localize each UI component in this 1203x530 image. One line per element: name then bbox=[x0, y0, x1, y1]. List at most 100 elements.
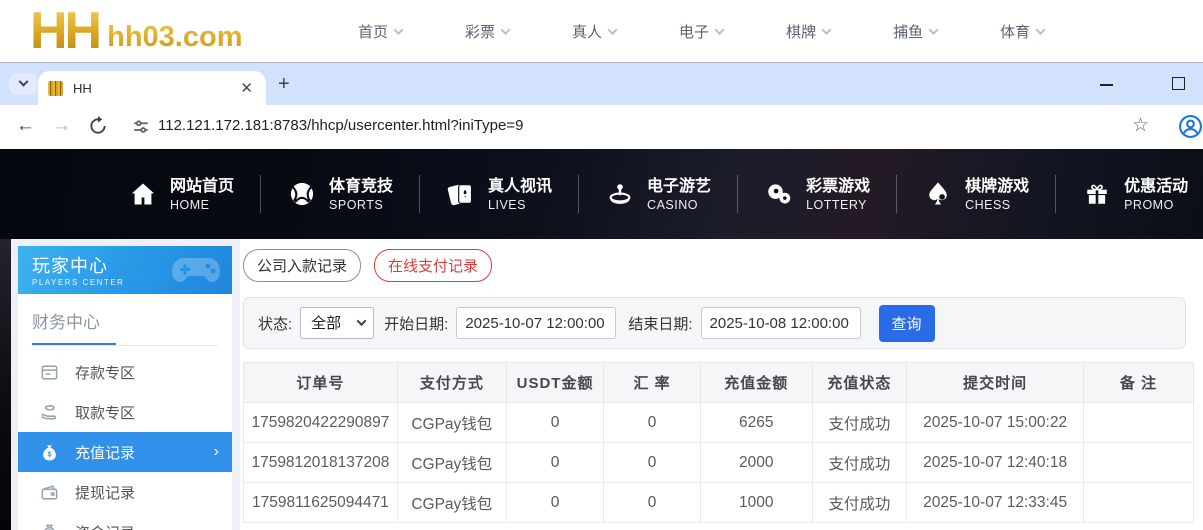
tab-search-button[interactable] bbox=[9, 73, 37, 95]
cell-recharge-amount: 6265 bbox=[700, 403, 812, 443]
chevron-down-icon bbox=[394, 25, 404, 35]
cell-usdt-amount: 0 bbox=[506, 483, 603, 523]
cell-payment-method: CGPay钱包 bbox=[397, 443, 506, 483]
browser-toolbar: ← → 112.121.172.181:8783/hhcp/usercenter… bbox=[0, 105, 1203, 149]
section-label: 财务中心 bbox=[32, 308, 218, 343]
cell-usdt-amount: 0 bbox=[506, 443, 603, 483]
tab-title: HH bbox=[73, 81, 237, 96]
sidebar-item-recharge-records[interactable]: $ 充值记录 › bbox=[18, 432, 232, 472]
status-select-wrap: 全部 bbox=[300, 307, 374, 339]
site-nav-home[interactable]: 首页 bbox=[358, 21, 402, 42]
site-settings-icon[interactable] bbox=[132, 118, 150, 141]
table-row: 1759812018137208 CGPay钱包 0 0 2000 支付成功 2… bbox=[244, 443, 1194, 483]
sidebar-item-funds-records[interactable]: 资金记录 bbox=[18, 512, 232, 530]
logo-text: HH bbox=[30, 2, 99, 60]
nav-label-en: CASINO bbox=[647, 198, 711, 212]
cell-recharge-status: 支付成功 bbox=[812, 483, 907, 523]
start-date-input[interactable] bbox=[456, 307, 616, 339]
tab-company-deposit-records[interactable]: 公司入款记录 bbox=[243, 249, 361, 282]
cell-order-number: 1759812018137208 bbox=[244, 443, 398, 483]
nav-label-zh: 体育竞技 bbox=[329, 176, 393, 198]
game-category-nav: 网站首页HOME 体育竞技SPORTS 真人视讯LIVES bbox=[0, 149, 1203, 239]
nav-item-sports[interactable]: 体育竞技SPORTS bbox=[287, 176, 393, 212]
sidebar-menu: 存款专区 取款专区 $ 充值记录 › bbox=[18, 352, 232, 530]
site-nav-label: 彩票 bbox=[465, 21, 495, 42]
deposit-icon bbox=[39, 362, 59, 382]
site-favicon bbox=[48, 81, 63, 96]
cell-recharge-status: 支付成功 bbox=[812, 403, 907, 443]
site-nav-label: 真人 bbox=[572, 21, 602, 42]
cell-recharge-status: 支付成功 bbox=[812, 443, 907, 483]
logo-domain: hh03.com bbox=[107, 14, 242, 60]
cell-exchange-rate: 0 bbox=[604, 403, 701, 443]
record-type-tabs: 公司入款记录 在线支付记录 bbox=[243, 249, 1203, 282]
end-date-input[interactable] bbox=[701, 307, 861, 339]
site-nav-label: 首页 bbox=[358, 21, 388, 42]
records-panel: 公司入款记录 在线支付记录 状态: 全部 开始日期: 结束日期: 查 bbox=[240, 239, 1203, 530]
search-button[interactable]: 查询 bbox=[879, 305, 935, 342]
nav-item-live[interactable]: 真人视讯LIVES bbox=[446, 176, 552, 212]
nav-label-zh: 棋牌游戏 bbox=[965, 176, 1029, 198]
cashout-icon bbox=[39, 482, 59, 502]
filter-bar: 状态: 全部 开始日期: 结束日期: 查询 bbox=[243, 297, 1186, 349]
table-row: 1759820422290897 CGPay钱包 0 0 6265 支付成功 2… bbox=[244, 403, 1194, 443]
bookmark-star-icon[interactable]: ☆ bbox=[1132, 114, 1149, 137]
nav-item-promo[interactable]: 优惠活动PROMO bbox=[1082, 176, 1188, 212]
col-order-number: 订单号 bbox=[244, 363, 398, 403]
user-center-content: 玩家中心 PLAYERS CENTER 财务中心 存款专区 bbox=[0, 239, 1203, 530]
browser-window: HH ✕ + ← → 112.121.172.181:8783/hhcp/use… bbox=[0, 62, 1203, 530]
lottery-icon bbox=[764, 179, 794, 209]
site-nav-label: 棋牌 bbox=[786, 21, 816, 42]
profile-avatar-icon[interactable] bbox=[1178, 114, 1203, 144]
sidebar-item-deposit[interactable]: 存款专区 bbox=[18, 352, 232, 392]
site-nav-label: 电子 bbox=[679, 21, 709, 42]
cell-submit-time: 2025-10-07 12:33:45 bbox=[907, 483, 1084, 523]
site-nav-fishing[interactable]: 捕鱼 bbox=[893, 21, 937, 42]
new-tab-button[interactable]: + bbox=[278, 73, 290, 96]
cell-payment-method: CGPay钱包 bbox=[397, 403, 506, 443]
forward-button[interactable]: → bbox=[52, 115, 71, 137]
start-date-label: 开始日期: bbox=[384, 313, 448, 334]
nav-divider bbox=[1055, 175, 1056, 213]
sidebar-item-label: 取款专区 bbox=[75, 402, 135, 423]
end-date-label: 结束日期: bbox=[628, 313, 692, 334]
tab-online-payment-records[interactable]: 在线支付记录 bbox=[374, 249, 492, 282]
status-label: 状态: bbox=[258, 313, 292, 334]
gift-icon bbox=[1082, 179, 1112, 209]
col-usdt-amount: USDT金额 bbox=[506, 363, 603, 403]
chevron-down-icon bbox=[608, 25, 618, 35]
window-minimize-button[interactable] bbox=[1100, 84, 1113, 86]
cell-recharge-amount: 1000 bbox=[700, 483, 812, 523]
nav-item-lottery[interactable]: 彩票游戏LOTTERY bbox=[764, 176, 870, 212]
nav-label-zh: 彩票游戏 bbox=[806, 176, 870, 198]
nav-item-chess[interactable]: 棋牌游戏CHESS bbox=[923, 176, 1029, 212]
nav-item-casino[interactable]: 电子游艺CASINO bbox=[605, 176, 711, 212]
site-nav: 首页 彩票 真人 电子 棋牌 捕鱼 体育 bbox=[358, 0, 1044, 62]
nav-label-en: CHESS bbox=[965, 198, 1029, 212]
sidebar-item-withdrawal-records[interactable]: 提现记录 bbox=[18, 472, 232, 512]
nav-label-zh: 优惠活动 bbox=[1124, 176, 1188, 198]
nav-divider bbox=[737, 175, 738, 213]
chevron-down-icon bbox=[18, 76, 28, 86]
nav-divider bbox=[896, 175, 897, 213]
cell-exchange-rate: 0 bbox=[604, 483, 701, 523]
site-nav-lottery[interactable]: 彩票 bbox=[465, 21, 509, 42]
site-logo: HH hh03.com bbox=[30, 2, 242, 60]
back-button[interactable]: ← bbox=[16, 115, 35, 137]
cell-payment-method: CGPay钱包 bbox=[397, 483, 506, 523]
tab-close-icon[interactable]: ✕ bbox=[237, 79, 256, 97]
site-nav-chess[interactable]: 棋牌 bbox=[786, 21, 830, 42]
site-header: HH hh03.com 首页 彩票 真人 电子 棋牌 捕鱼 体育 bbox=[0, 0, 1203, 62]
site-nav-sports[interactable]: 体育 bbox=[1000, 21, 1044, 42]
browser-tab[interactable]: HH ✕ bbox=[38, 71, 266, 105]
sidebar-item-withdraw-zone[interactable]: 取款专区 bbox=[18, 392, 232, 432]
site-nav-slots[interactable]: 电子 bbox=[679, 21, 723, 42]
nav-item-home[interactable]: 网站首页HOME bbox=[128, 176, 234, 212]
payment-records-table: 订单号 支付方式 USDT金额 汇 率 充值金额 充值状态 提交时间 备 注 1 bbox=[243, 362, 1194, 523]
svg-text:$: $ bbox=[47, 450, 51, 458]
site-nav-live[interactable]: 真人 bbox=[572, 21, 616, 42]
reload-icon[interactable] bbox=[88, 116, 108, 141]
address-bar[interactable]: 112.121.172.181:8783/hhcp/usercenter.htm… bbox=[158, 117, 523, 134]
sidebar-header: 玩家中心 PLAYERS CENTER bbox=[18, 246, 232, 294]
window-maximize-button[interactable] bbox=[1172, 77, 1185, 90]
